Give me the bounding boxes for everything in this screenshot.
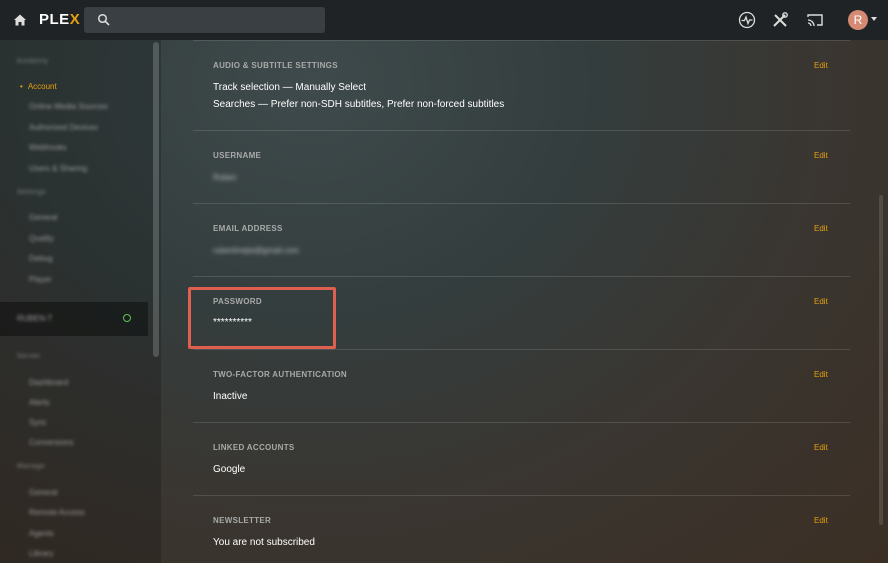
section-label: NEWSLETTER: [213, 516, 272, 525]
content-scrollbar[interactable]: [879, 195, 883, 525]
sidebar-item[interactable]: Authorized Devices: [29, 123, 98, 132]
logo-accent: X: [69, 11, 81, 28]
cast-icon[interactable]: [806, 11, 824, 29]
edit-email-link[interactable]: Edit: [814, 224, 828, 233]
email-section: EMAIL ADDRESS Edit rubenlmejia@gmail.com: [193, 204, 850, 277]
sidebar-item[interactable]: Debug: [29, 254, 53, 263]
sidebar-item[interactable]: Users & Sharing: [29, 164, 87, 173]
top-bar: PLEX R: [0, 0, 888, 40]
edit-linked-accounts-link[interactable]: Edit: [814, 443, 828, 452]
sidebar-item[interactable]: Online Media Sources: [29, 102, 108, 111]
section-label: USERNAME: [213, 151, 262, 160]
two-factor-section: TWO-FACTOR AUTHENTICATION Edit Inactive: [193, 350, 850, 423]
username-section: USERNAME Edit Ruben: [193, 131, 850, 204]
newsletter-value: You are not subscribed: [213, 537, 315, 548]
server-selector[interactable]: RUBEN-T: [0, 302, 148, 336]
sidebar-header-server: Server: [17, 353, 41, 360]
section-label: AUDIO & SUBTITLE SETTINGS: [213, 61, 338, 70]
edit-newsletter-link[interactable]: Edit: [814, 516, 828, 525]
section-label: EMAIL ADDRESS: [213, 224, 283, 233]
sidebar-header-account-owner: Kimberly: [17, 58, 49, 65]
edit-audio-subtitle-link[interactable]: Edit: [814, 61, 828, 70]
sidebar-scrollbar[interactable]: [153, 42, 159, 357]
two-factor-value: Inactive: [213, 391, 248, 402]
home-icon[interactable]: [11, 11, 29, 29]
track-selection-text: Track selection — Manually Select: [213, 82, 367, 93]
linked-accounts-section: LINKED ACCOUNTS Edit Google: [193, 423, 850, 496]
audio-subtitle-section: AUDIO & SUBTITLE SETTINGS Edit Track sel…: [193, 40, 850, 131]
searches-text: Searches — Prefer non-SDH subtitles, Pre…: [213, 99, 505, 110]
sidebar-item[interactable]: General: [29, 213, 57, 222]
search-input[interactable]: [84, 7, 325, 33]
server-status-icon: [123, 314, 131, 322]
sidebar-item[interactable]: Library: [29, 549, 53, 558]
sidebar-item[interactable]: General: [29, 488, 57, 497]
sidebar-item[interactable]: Remote Access: [29, 508, 85, 517]
sidebar-item[interactable]: Sync: [29, 418, 47, 427]
sidebar-header-settings: Settings: [17, 189, 47, 196]
search-icon: [97, 13, 110, 26]
linked-accounts-value: Google: [213, 464, 246, 475]
settings-sidebar: Kimberly • Account Online Media Sources A…: [0, 40, 161, 563]
sidebar-item[interactable]: Webhooks: [29, 143, 67, 152]
username-value: Ruben: [213, 173, 237, 182]
plex-logo[interactable]: PLEX: [39, 11, 80, 28]
settings-tools-icon[interactable]: [771, 11, 789, 29]
edit-two-factor-link[interactable]: Edit: [814, 370, 828, 379]
password-highlight-box: [188, 287, 336, 349]
section-label: TWO-FACTOR AUTHENTICATION: [213, 370, 348, 379]
activity-icon[interactable]: [738, 11, 756, 29]
sidebar-item[interactable]: Conversions: [29, 438, 73, 447]
section-label: LINKED ACCOUNTS: [213, 443, 295, 452]
newsletter-section: NEWSLETTER Edit You are not subscribed: [193, 496, 850, 563]
sidebar-item[interactable]: Dashboard: [29, 378, 68, 387]
logo-text: PLE: [39, 11, 70, 28]
sidebar-item[interactable]: Player: [29, 275, 52, 284]
sidebar-item[interactable]: Alerts: [29, 398, 49, 407]
sidebar-header-manage: Manage: [17, 463, 46, 470]
sidebar-item[interactable]: Agents: [29, 529, 54, 538]
sidebar-item-label: Account: [27, 82, 57, 91]
chevron-down-icon[interactable]: [871, 17, 877, 21]
edit-password-link[interactable]: Edit: [814, 297, 828, 306]
sidebar-item[interactable]: Quality: [29, 234, 54, 243]
server-name: RUBEN-T: [17, 314, 53, 323]
email-value: rubenlmejia@gmail.com: [213, 246, 299, 255]
active-indicator: •: [20, 82, 23, 91]
edit-username-link[interactable]: Edit: [814, 151, 828, 160]
user-avatar[interactable]: R: [848, 10, 868, 30]
sidebar-item-account[interactable]: • Account: [20, 82, 57, 91]
